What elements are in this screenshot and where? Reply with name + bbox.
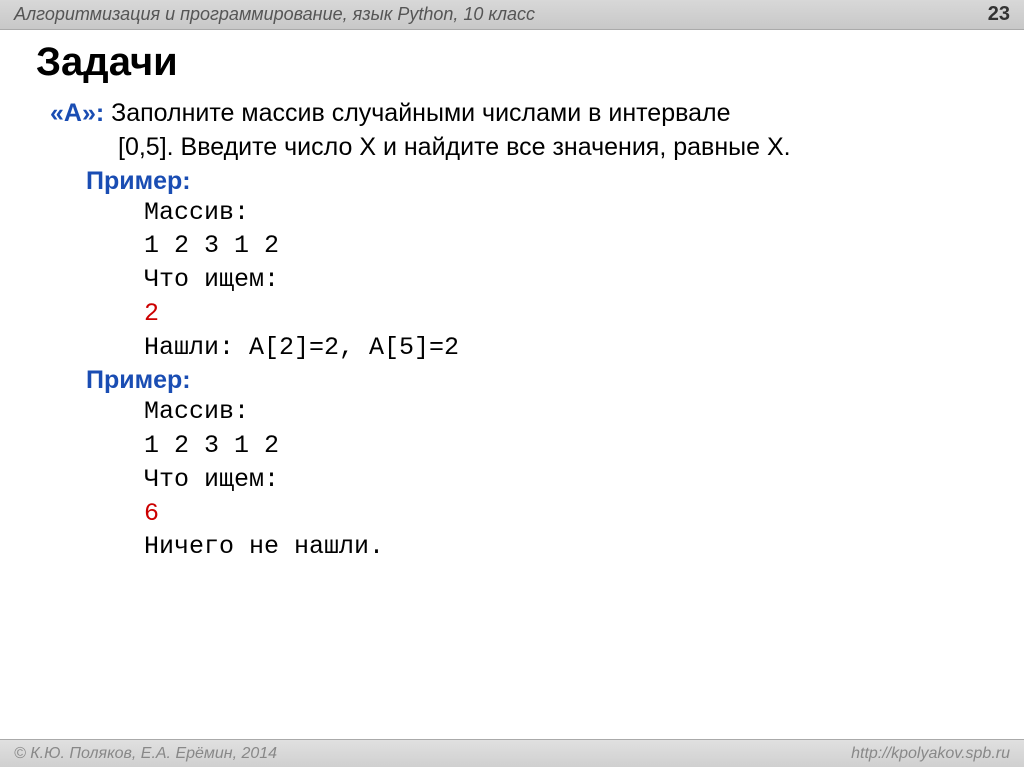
code-line: Нашли: A[2]=2, A[5]=2 (144, 331, 988, 365)
task-label: «A»: (50, 99, 104, 127)
task-description-line2: [0,5]. Введите число X и найдите все зна… (36, 131, 988, 165)
example-label: Пример: (36, 167, 988, 196)
slide-content: Задачи «A»: Заполните массив случайными … (0, 30, 1024, 564)
task-description-line1: «A»: Заполните массив случайными числами… (36, 97, 988, 131)
slide-header: Алгоритмизация и программирование, язык … (0, 0, 1024, 30)
code-line: 1 2 3 1 2 (144, 429, 988, 463)
code-line: 1 2 3 1 2 (144, 229, 988, 263)
page-number: 23 (988, 3, 1010, 26)
footer-url: http://kpolyakov.spb.ru (851, 745, 1010, 763)
footer-copyright: © К.Ю. Поляков, Е.А. Ерёмин, 2014 (14, 745, 277, 763)
task-text-1: Заполните массив случайными числами в ин… (104, 99, 730, 127)
code-line: Что ищем: (144, 263, 988, 297)
code-line: 6 (144, 497, 988, 531)
code-line: Что ищем: (144, 463, 988, 497)
slide-footer: © К.Ю. Поляков, Е.А. Ерёмин, 2014 http:/… (0, 739, 1024, 767)
example-code-block: Массив:1 2 3 1 2Что ищем:2Нашли: A[2]=2,… (36, 196, 988, 365)
header-title: Алгоритмизация и программирование, язык … (14, 4, 535, 25)
code-line: Массив: (144, 196, 988, 230)
code-line: Ничего не нашли. (144, 530, 988, 564)
examples-container: Пример:Массив:1 2 3 1 2Что ищем:2Нашли: … (36, 167, 988, 565)
code-line: Массив: (144, 395, 988, 429)
example-code-block: Массив:1 2 3 1 2Что ищем:6Ничего не нашл… (36, 395, 988, 564)
slide-title: Задачи (36, 40, 988, 85)
code-line: 2 (144, 297, 988, 331)
example-label: Пример: (36, 366, 988, 395)
